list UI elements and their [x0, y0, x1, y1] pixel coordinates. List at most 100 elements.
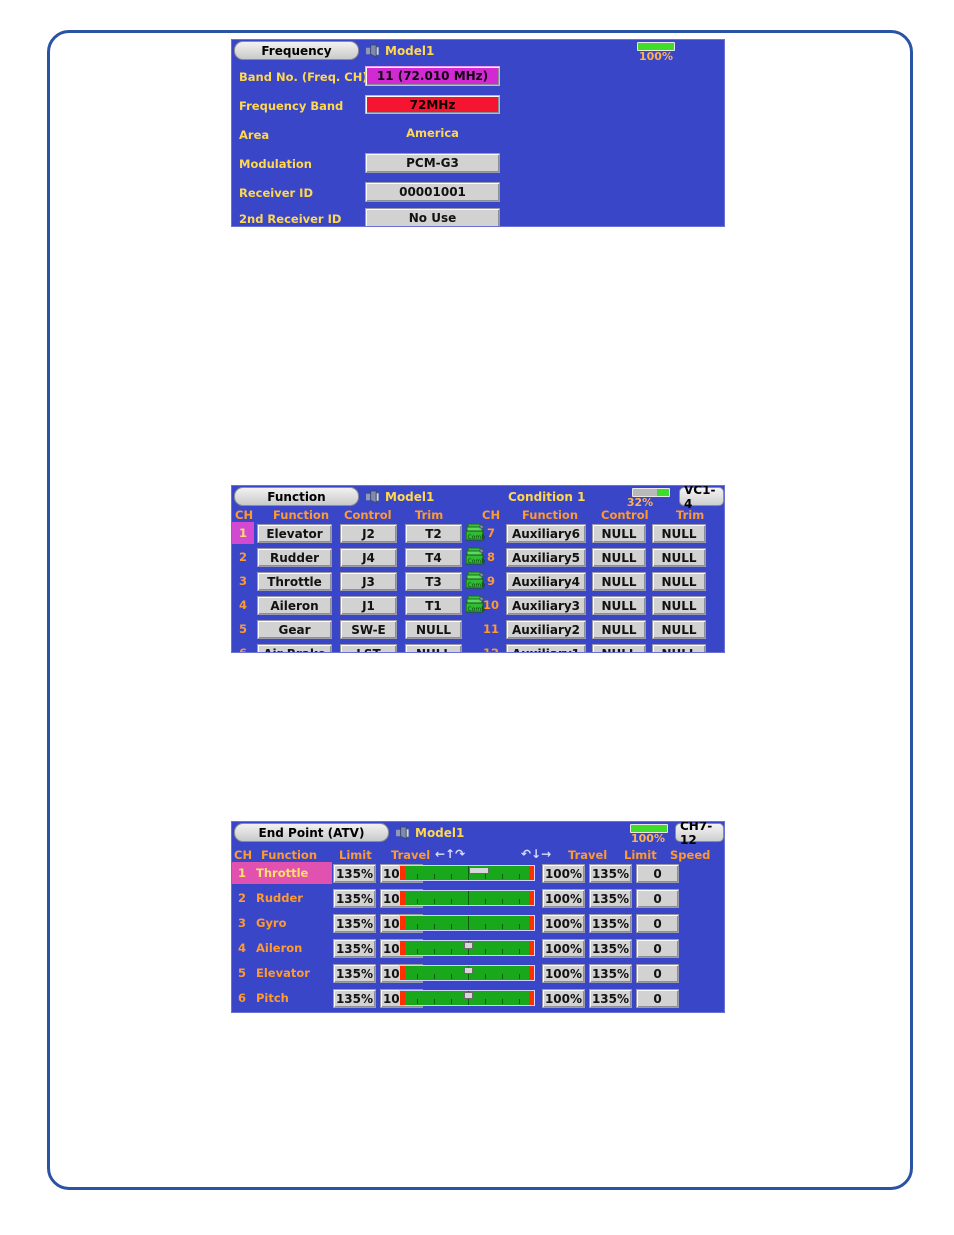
- battery-percent: 100%: [639, 50, 673, 63]
- direction-right-icon: ↶↓→: [521, 847, 552, 861]
- trim-cell[interactable]: T2: [405, 524, 462, 543]
- function-cell[interactable]: Auxiliary5: [506, 548, 586, 567]
- control-cell[interactable]: NULL: [592, 548, 646, 567]
- travel-right-cell[interactable]: 100%: [542, 864, 585, 883]
- control-cell[interactable]: NULL: [592, 524, 646, 543]
- header-function-right: Function: [522, 508, 579, 522]
- limit-left-cell[interactable]: 135%: [333, 864, 376, 883]
- speed-cell[interactable]: 0: [636, 989, 679, 1008]
- travel-right-cell[interactable]: 100%: [542, 989, 585, 1008]
- control-cell[interactable]: SW-E: [340, 620, 397, 639]
- channel-number: 5: [237, 966, 246, 980]
- speed-cell[interactable]: 0: [636, 914, 679, 933]
- travel-right-cell[interactable]: 100%: [542, 889, 585, 908]
- control-cell[interactable]: J3: [340, 572, 397, 591]
- speed-cell[interactable]: 0: [636, 889, 679, 908]
- travel-right-cell[interactable]: 100%: [542, 939, 585, 958]
- trim-cell[interactable]: NULL: [652, 524, 706, 543]
- travel-bar-tick: [519, 924, 520, 929]
- channel-number: 6: [237, 991, 246, 1005]
- travel-bar-end-left: [400, 966, 405, 980]
- speed-cell[interactable]: 0: [636, 864, 679, 883]
- ch-range-button[interactable]: CH7-12: [675, 822, 724, 847]
- control-cell[interactable]: J2: [340, 524, 397, 543]
- travel-bar-tick: [434, 999, 435, 1004]
- limit-left-cell[interactable]: 135%: [333, 939, 376, 958]
- function-cell[interactable]: Rudder: [257, 548, 332, 567]
- value-frequency-band[interactable]: 72MHz: [365, 95, 500, 114]
- travel-bar: [399, 990, 535, 1006]
- channel-number: 7: [486, 526, 495, 540]
- trim-cell[interactable]: NULL: [652, 572, 706, 591]
- screen-title-frequency[interactable]: Frequency: [234, 41, 359, 60]
- function-cell[interactable]: Gear: [257, 620, 332, 639]
- function-cell[interactable]: Elevator: [257, 524, 332, 543]
- travel-bar-tick: [417, 924, 418, 929]
- travel-bar-end-left: [400, 916, 405, 930]
- travel-bar-end-left: [400, 866, 405, 880]
- function-cell[interactable]: Auxiliary4: [506, 572, 586, 591]
- header-function-left: Function: [273, 508, 330, 522]
- channel-number: 4: [237, 941, 246, 955]
- function-cell[interactable]: Auxiliary1: [506, 644, 586, 652]
- limit-right-cell[interactable]: 135%: [589, 939, 632, 958]
- limit-left-cell[interactable]: 135%: [333, 889, 376, 908]
- travel-right-cell[interactable]: 100%: [542, 964, 585, 983]
- travel-bar-tick: [502, 899, 503, 904]
- value-receiver-id[interactable]: 00001001: [365, 182, 500, 202]
- function-titlebar: Function Model1 Condition 1 32% VC1-4: [232, 486, 724, 511]
- travel-bar-tick: [417, 999, 418, 1004]
- screen-title-endpoint[interactable]: End Point (ATV): [234, 823, 389, 842]
- travel-bar-tick: [519, 999, 520, 1004]
- endpoint-screen: End Point (ATV) Model1 100% CH7-12 CH Fu…: [231, 821, 725, 1013]
- control-cell[interactable]: NULL: [592, 596, 646, 615]
- control-cell[interactable]: J1: [340, 596, 397, 615]
- trim-cell[interactable]: NULL: [405, 644, 462, 652]
- trim-cell[interactable]: NULL: [652, 596, 706, 615]
- value-band-no[interactable]: 11 (72.010 MHz): [365, 66, 500, 86]
- control-cell[interactable]: NULL: [592, 572, 646, 591]
- function-cell[interactable]: Auxiliary6: [506, 524, 586, 543]
- limit-right-cell[interactable]: 135%: [589, 989, 632, 1008]
- function-cell[interactable]: Aileron: [257, 596, 332, 615]
- limit-right-cell[interactable]: 135%: [589, 964, 632, 983]
- travel-bar-marker: [464, 942, 473, 949]
- function-cell[interactable]: Air Brake: [257, 644, 332, 652]
- limit-right-cell[interactable]: 135%: [589, 914, 632, 933]
- trim-cell[interactable]: NULL: [652, 548, 706, 567]
- value-modulation[interactable]: PCM-G3: [365, 153, 500, 173]
- trim-cell[interactable]: T4: [405, 548, 462, 567]
- speed-cell[interactable]: 0: [636, 939, 679, 958]
- control-cell[interactable]: NULL: [592, 620, 646, 639]
- value-2nd-receiver-id[interactable]: No Use: [365, 208, 500, 226]
- screen-title-function[interactable]: Function: [234, 487, 359, 506]
- function-cell[interactable]: Throttle: [257, 572, 332, 591]
- travel-right-cell[interactable]: 100%: [542, 914, 585, 933]
- limit-left-cell[interactable]: 135%: [333, 914, 376, 933]
- frequency-screen: Frequency Model1 100% Band No. (Freq. CH…: [231, 39, 725, 227]
- control-cell[interactable]: LST: [340, 644, 397, 652]
- trim-cell[interactable]: T3: [405, 572, 462, 591]
- travel-bar-tick: [451, 874, 452, 879]
- control-cell[interactable]: NULL: [592, 644, 646, 652]
- travel-bar-tick: [519, 874, 520, 879]
- trim-cell[interactable]: NULL: [652, 620, 706, 639]
- battery-fill: [631, 825, 667, 832]
- function-cell[interactable]: Auxiliary3: [506, 596, 586, 615]
- direction-left-icon: ←↑↷: [435, 847, 466, 861]
- header-function: Function: [261, 848, 318, 862]
- trim-cell[interactable]: NULL: [652, 644, 706, 652]
- limit-right-cell[interactable]: 135%: [589, 889, 632, 908]
- trim-cell[interactable]: NULL: [405, 620, 462, 639]
- vc-range-button[interactable]: VC1-4: [679, 486, 724, 511]
- limit-right-cell[interactable]: 135%: [589, 864, 632, 883]
- control-cell[interactable]: J4: [340, 548, 397, 567]
- speaker-icon: [365, 43, 380, 58]
- function-label: Aileron: [256, 941, 303, 955]
- trim-cell[interactable]: T1: [405, 596, 462, 615]
- limit-left-cell[interactable]: 135%: [333, 964, 376, 983]
- speed-cell[interactable]: 0: [636, 964, 679, 983]
- limit-left-cell[interactable]: 135%: [333, 989, 376, 1008]
- function-cell[interactable]: Auxiliary2: [506, 620, 586, 639]
- channel-number: 11: [482, 622, 499, 636]
